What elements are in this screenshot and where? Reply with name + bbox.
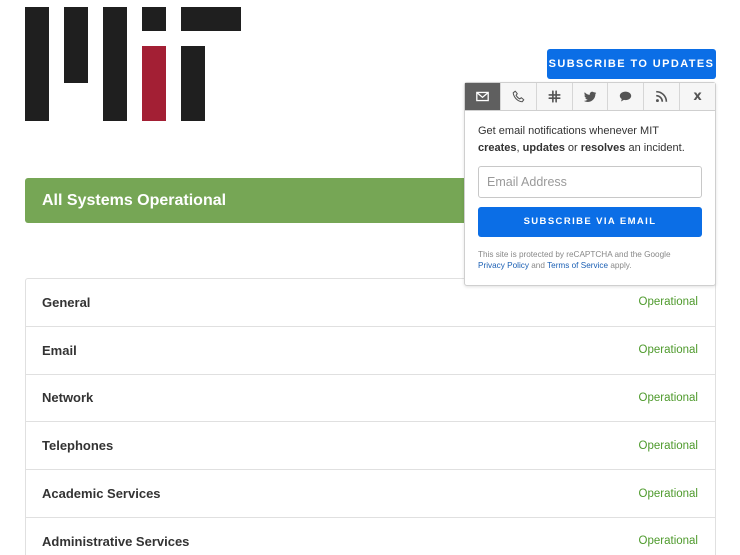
logo-bar [25, 7, 49, 121]
status-banner-text: All Systems Operational [42, 192, 227, 209]
description-updates: updates [522, 142, 565, 154]
component-name: Network [42, 390, 94, 406]
subscribe-via-email-button[interactable]: SUBSCRIBE VIA EMAIL [478, 207, 702, 237]
logo-bar [181, 7, 241, 31]
description-creates: creates [478, 142, 517, 154]
rss-icon [656, 90, 668, 103]
component-row: General Operational [26, 279, 715, 327]
tab-slack[interactable] [536, 83, 573, 110]
envelope-icon [476, 91, 489, 102]
component-status: Operational [638, 535, 698, 548]
slack-icon [548, 90, 561, 103]
component-row: Telephones Operational [26, 422, 715, 471]
email-field[interactable] [478, 166, 702, 198]
tab-chat[interactable] [608, 83, 645, 110]
component-name: Email [42, 342, 77, 358]
logo-bar [103, 7, 127, 121]
terms-of-service-link[interactable]: Terms of Service [547, 261, 608, 270]
component-row: Email Operational [26, 327, 715, 375]
component-status: Operational [638, 344, 698, 357]
privacy-policy-link[interactable]: Privacy Policy [478, 261, 529, 270]
component-status: Operational [638, 296, 698, 309]
description-resolves: resolves [580, 142, 626, 154]
recaptcha-suffix: apply. [610, 261, 632, 270]
tab-email[interactable] [465, 83, 501, 110]
description-suffix: an incident. [628, 142, 685, 154]
chat-bubble-icon [620, 91, 632, 102]
tab-rss[interactable] [644, 83, 681, 110]
component-name: General [42, 294, 91, 310]
description-intro: Get email notifications whenever MIT [478, 125, 659, 137]
tab-close[interactable]: x [680, 83, 716, 110]
subscribe-popover-body: Get email notifications whenever MIT cre… [465, 111, 715, 271]
subscribe-to-updates-button[interactable]: SUBSCRIBE TO UPDATES [547, 49, 716, 79]
components-list: General Operational Email Operational Ne… [25, 278, 716, 555]
recaptcha-prefix: This site is protected by reCAPTCHA and … [478, 250, 671, 259]
twitter-icon [583, 91, 596, 102]
component-status: Operational [638, 391, 698, 404]
tab-sms[interactable] [500, 83, 537, 110]
component-row: Network Operational [26, 375, 715, 423]
tab-twitter[interactable] [572, 83, 609, 110]
phone-icon [512, 90, 525, 103]
subscribe-method-tabs: x [465, 83, 716, 111]
subscribe-description: Get email notifications whenever MIT cre… [478, 123, 702, 157]
recaptcha-notice: This site is protected by reCAPTCHA and … [478, 249, 702, 271]
component-name: Administrative Services [42, 533, 190, 549]
mit-logo[interactable] [25, 7, 241, 121]
component-status: Operational [638, 439, 698, 452]
recaptcha-and: and [531, 261, 545, 270]
component-row: Academic Services Operational [26, 470, 715, 518]
component-name: Telephones [42, 438, 114, 454]
component-status: Operational [638, 487, 698, 500]
logo-bar-red [142, 46, 166, 121]
logo-bar [64, 7, 88, 83]
component-row: Administrative Services Operational [26, 518, 715, 555]
subscribe-popover: x Get email notifications whenever MIT c… [464, 82, 716, 286]
close-icon: x [693, 89, 702, 104]
description-comma: , [516, 142, 520, 154]
component-name: Academic Services [42, 486, 161, 502]
description-or: or [567, 142, 578, 154]
logo-bar [142, 7, 166, 31]
logo-bar [181, 46, 205, 121]
